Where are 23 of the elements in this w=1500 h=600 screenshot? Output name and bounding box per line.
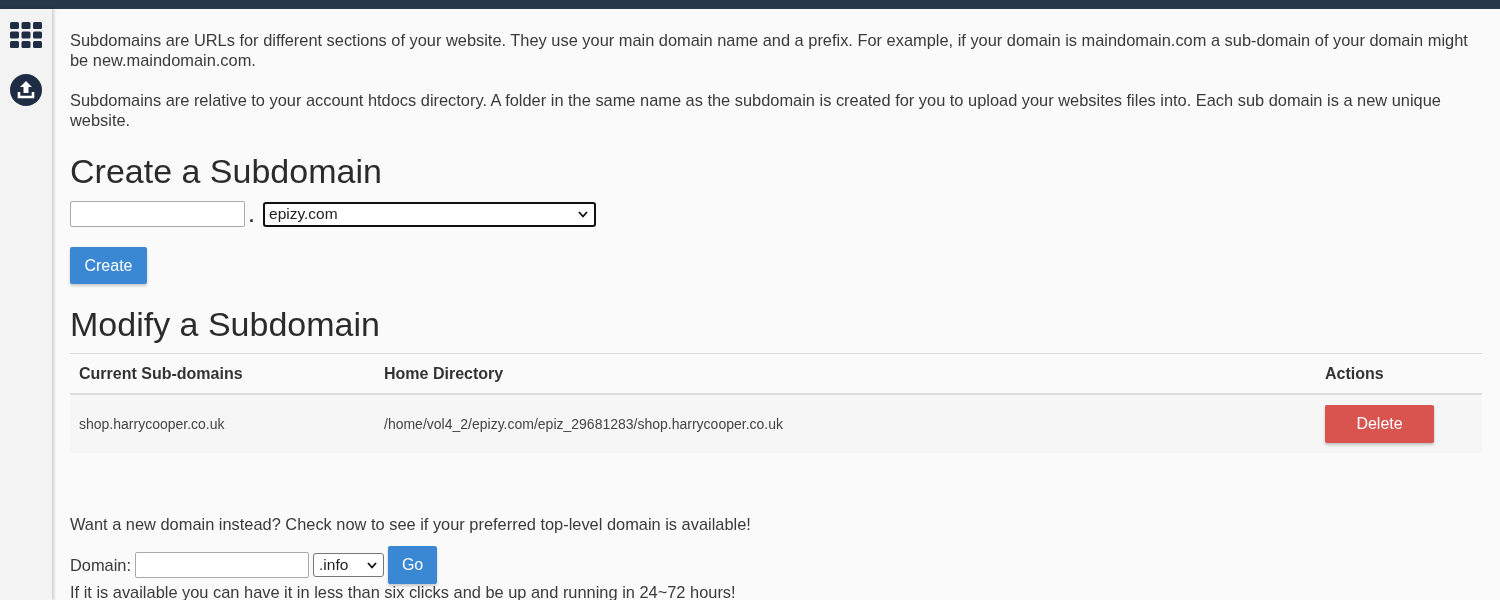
domain-label: Domain: [70, 555, 132, 575]
domain-select[interactable]: epizy.com [263, 201, 596, 227]
upload-icon[interactable] [10, 74, 42, 106]
delete-button[interactable]: Delete [1325, 405, 1434, 443]
intro-paragraph: Subdomains are URLs for different sections of your website. They use your main domain name and a prefix. For example, if your domain is maindomain.com a sub-domain of your domain might be new.maindomain.com. [70, 30, 1469, 70]
section-heading: Modify a Subdomain [70, 304, 380, 344]
chevron-down-icon [367, 561, 378, 569]
go-button[interactable]: Go [388, 546, 438, 584]
domain-input[interactable] [135, 552, 310, 578]
apps-grid-icon[interactable] [10, 22, 42, 48]
directory-cell-text: /home/vol4_2/epizy.com/epiz_29681283/shop.harrycooper.co.uk [383, 416, 783, 432]
domain-prompt: Want a new domain instead? Check now to see if your preferred top-level domain is available! [70, 514, 751, 534]
column-header: Actions [1324, 364, 1384, 383]
chevron-down-icon [578, 210, 588, 218]
column-header: Current Sub-domains [78, 364, 243, 383]
intro-paragraph: Subdomains are relative to your account htdocs directory. A folder in the same name as the subdomain is created for you to upload your websites files into. Each sub domain is a new unique website. [70, 90, 1442, 130]
column-header: Home Directory [383, 364, 504, 383]
subdomain-cell-text: shop.harrycooper.co.uk [78, 416, 225, 432]
dot-separator: . [249, 205, 254, 226]
section-heading: Create a Subdomain [70, 151, 382, 191]
subdomain-input[interactable] [70, 201, 245, 227]
tld-select[interactable]: .info [313, 553, 385, 577]
create-button[interactable]: Create [70, 247, 147, 284]
